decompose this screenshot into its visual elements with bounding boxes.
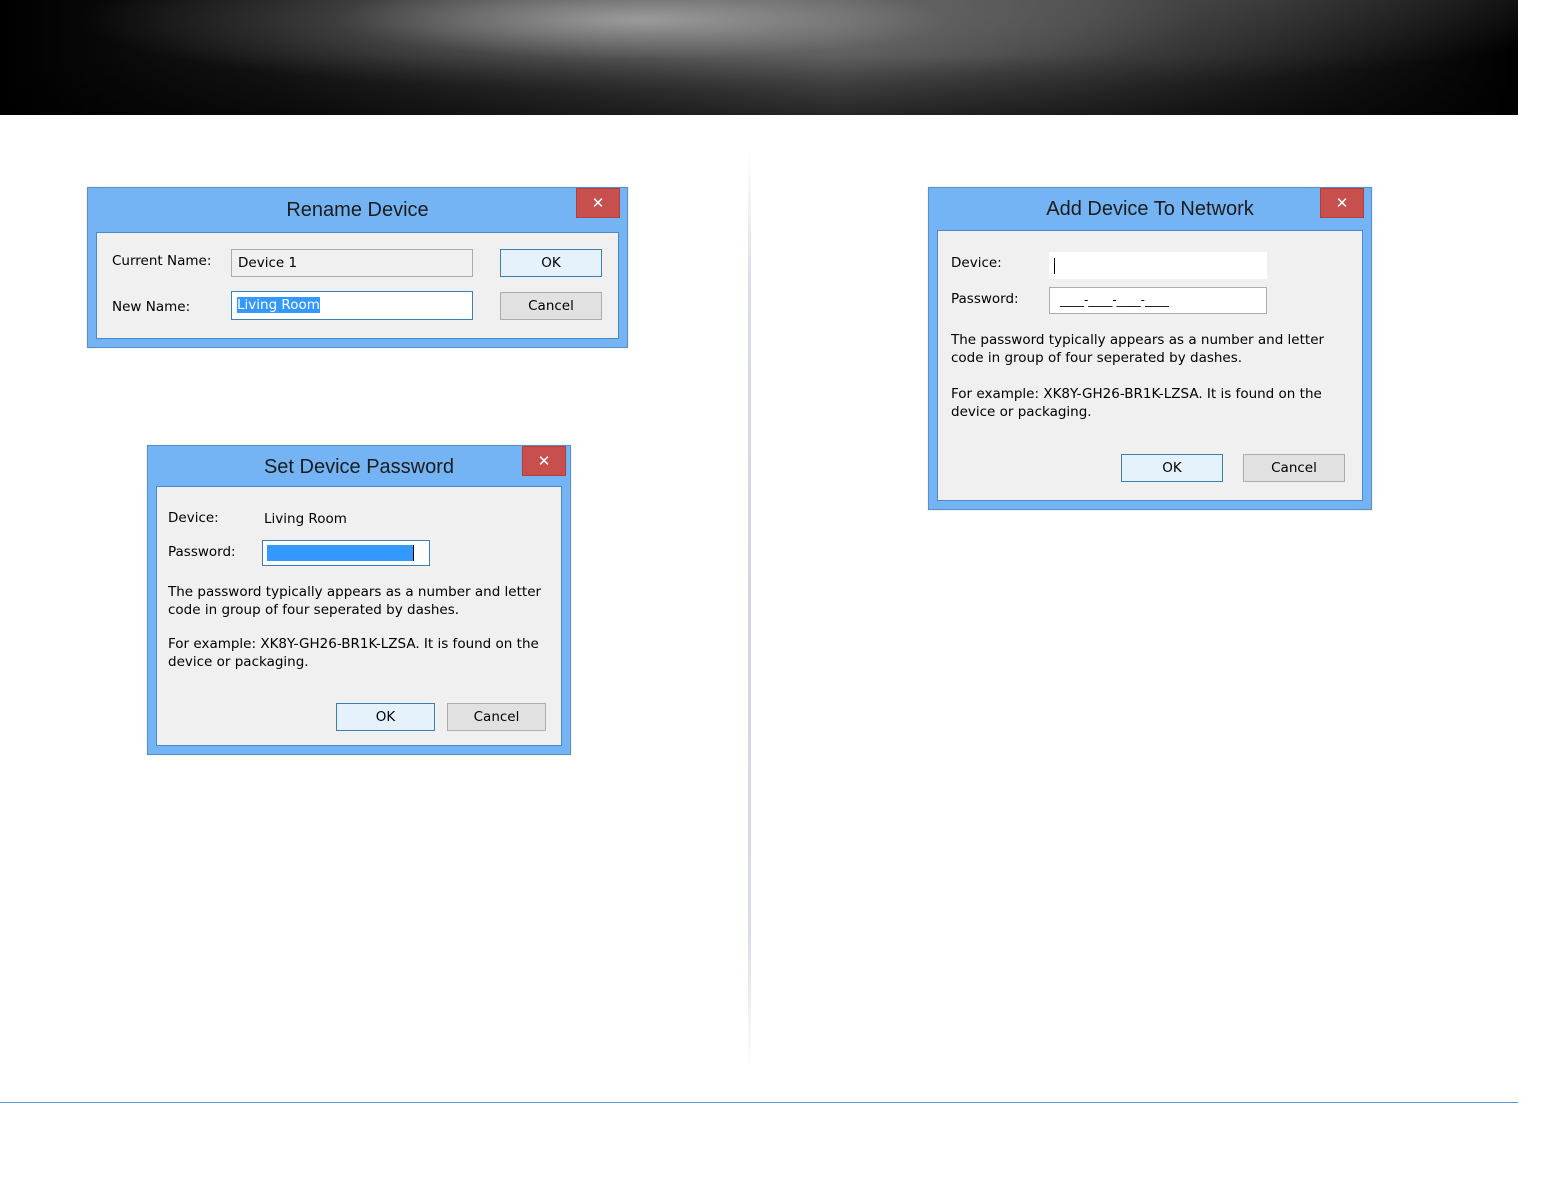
dialog-client-area: Current Name: Device 1 OK New Name: Livi… (96, 232, 619, 339)
dialog-title: Add Device To Network (1046, 198, 1254, 220)
new-name-input[interactable]: Living Room (231, 291, 473, 320)
dialog-client-area: Device: Living Room Password: ____-____-… (156, 486, 562, 746)
current-name-field: Device 1 (231, 249, 473, 277)
add-device-titlebar[interactable]: Add Device To Network ✕ (929, 188, 1371, 232)
ok-button[interactable]: OK (336, 703, 435, 731)
help-line: The password typically appears as a numb… (168, 584, 542, 600)
example-text: For example: XK8Y-GH26-BR1K-LZSA. It is … (951, 385, 1322, 421)
text-caret (1054, 258, 1055, 274)
new-name-label: New Name: (112, 299, 191, 315)
device-label: Device: (951, 255, 1002, 271)
password-input[interactable]: ____-____-____-____ (262, 540, 430, 566)
add-device-to-network-dialog: Add Device To Network ✕ Device: Password… (928, 187, 1372, 510)
current-name-label: Current Name: (112, 253, 212, 269)
help-line: code in group of four seperated by dashe… (168, 602, 460, 618)
device-input[interactable] (1049, 252, 1267, 279)
close-button[interactable]: ✕ (576, 188, 620, 218)
dialog-title: Rename Device (286, 199, 429, 221)
set-password-titlebar[interactable]: Set Device Password ✕ (148, 446, 570, 490)
password-label: Password: (168, 544, 236, 560)
close-button[interactable]: ✕ (1320, 188, 1364, 218)
password-input[interactable]: ____-____-____-____ (1049, 287, 1267, 314)
dialog-title: Set Device Password (263, 456, 455, 478)
cancel-button[interactable]: Cancel (500, 292, 602, 320)
ok-button[interactable]: OK (500, 249, 602, 277)
password-mask: ____-____-____-____ (1060, 293, 1169, 307)
password-label: Password: (951, 291, 1019, 307)
example-line: For example: XK8Y-GH26-BR1K-LZSA. It is … (951, 386, 1322, 402)
help-line: code in group of four seperated by dashe… (951, 350, 1243, 366)
rename-device-titlebar[interactable]: Rename Device ✕ (88, 188, 627, 232)
close-button[interactable]: ✕ (522, 446, 566, 476)
rename-device-dialog: Rename Device ✕ Current Name: Device 1 O… (87, 187, 628, 348)
device-label: Device: (168, 510, 219, 526)
cancel-button[interactable]: Cancel (447, 703, 546, 731)
ok-button[interactable]: OK (1121, 454, 1223, 482)
example-line: device or packaging. (168, 654, 309, 670)
header-banner (0, 0, 1518, 115)
dialog-client-area: Device: Password: ____-____-____-____ Th… (937, 230, 1363, 501)
cancel-button[interactable]: Cancel (1243, 454, 1345, 482)
help-text: The password typically appears as a numb… (951, 331, 1324, 367)
example-line: For example: XK8Y-GH26-BR1K-LZSA. It is … (168, 636, 539, 652)
footer-rule (0, 1102, 1518, 1103)
example-text: For example: XK8Y-GH26-BR1K-LZSA. It is … (168, 635, 539, 671)
password-mask: ____-____-____-____ (267, 545, 413, 561)
text-caret (413, 545, 414, 561)
set-device-password-dialog: Set Device Password ✕ Device: Living Roo… (147, 445, 571, 755)
selected-text: Living Room (237, 297, 320, 313)
help-line: The password typically appears as a numb… (951, 332, 1325, 348)
example-line: device or packaging. (951, 404, 1092, 420)
help-text: The password typically appears as a numb… (168, 583, 541, 619)
device-value: Living Room (264, 511, 347, 527)
column-divider (748, 150, 751, 1070)
